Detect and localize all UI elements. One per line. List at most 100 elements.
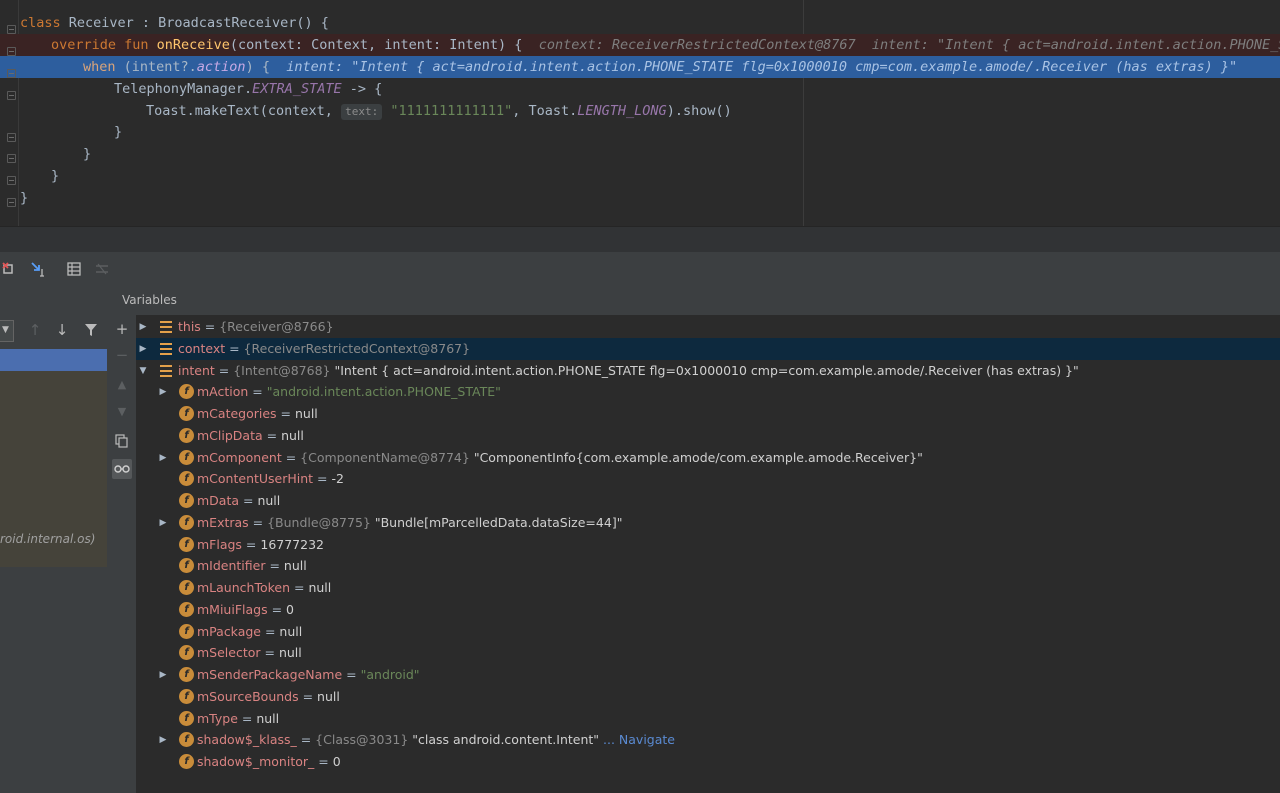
- stop-breakpoints-icon[interactable]: [2, 261, 18, 277]
- code-line[interactable]: }: [0, 187, 1280, 209]
- variable-row[interactable]: ▶ f mAction = "android.intent.action.PHONE…: [136, 381, 1280, 403]
- variable-row[interactable]: ▶ f shadow$_klass_ = {Class@3031} "class a…: [136, 729, 1280, 751]
- variable-value: null: [278, 645, 302, 661]
- code-token: (context: Context, intent: Intent) {: [229, 37, 523, 53]
- variable-row[interactable]: f mCategories = null: [136, 403, 1280, 425]
- variable-row[interactable]: ▶ f mComponent = {ComponentName@8774} "Com…: [136, 447, 1280, 469]
- field-icon: f: [179, 688, 194, 704]
- code-token: }: [114, 124, 123, 140]
- variable-name: shadow$_monitor_: [197, 754, 315, 769]
- collapsed-arrow-icon[interactable]: ▶: [158, 381, 168, 403]
- arrow-down-icon[interactable]: ↓: [53, 321, 71, 339]
- variable-row[interactable]: ▶ f mExtras = {Bundle@8775} "Bundle[mParce…: [136, 512, 1280, 534]
- variable-row[interactable]: f mClipData = null: [136, 425, 1280, 447]
- equals-sign: =: [265, 558, 284, 574]
- variable-row[interactable]: f mSourceBounds = null: [136, 686, 1280, 708]
- variable-row[interactable]: f mData = null: [136, 490, 1280, 512]
- variable-row[interactable]: f shadow$_monitor_ = 0: [136, 751, 1280, 773]
- inline-debug-value: context: ReceiverRestrictedContext@8767 …: [522, 37, 1280, 53]
- variable-name: mLaunchToken: [197, 580, 291, 595]
- code-token: Receiver : BroadcastReceiver() {: [60, 15, 329, 31]
- remove-watch-icon[interactable]: −: [112, 345, 132, 365]
- field-icon: f: [179, 732, 194, 748]
- collapsed-arrow-icon[interactable]: ▶: [158, 447, 168, 469]
- variable-ref: {Intent@8768}: [233, 362, 331, 378]
- field-icon: f: [179, 384, 194, 400]
- variable-name: mSourceBounds: [197, 688, 299, 704]
- code-line[interactable]: Toast.makeText(context, text: "111111111…: [0, 100, 1280, 122]
- variable-value: null: [294, 406, 318, 421]
- collapsed-arrow-icon[interactable]: ▶: [138, 316, 148, 338]
- thread-selector[interactable]: ▼: [0, 320, 14, 342]
- code-editor[interactable]: class Receiver : BroadcastReceiver() {ov…: [0, 0, 1280, 226]
- variable-name: intent: [178, 362, 215, 378]
- variable-value: "Bundle[mParcelledData.dataSize=44]": [374, 514, 623, 530]
- fold-marker-icon[interactable]: [7, 154, 16, 163]
- move-up-icon[interactable]: ▲: [112, 375, 132, 395]
- expanded-arrow-icon[interactable]: ▼: [138, 360, 148, 382]
- equals-sign: =: [214, 362, 234, 378]
- navigate-link[interactable]: ... Navigate: [603, 732, 675, 747]
- variables-title: Variables: [122, 293, 177, 307]
- code-line[interactable]: when (intent?.action) { intent: "Intent …: [0, 56, 1280, 78]
- code-token: ) {: [245, 59, 270, 75]
- frames-header: [0, 285, 108, 315]
- code-line[interactable]: TelephonyManager.EXTRA_STATE -> {: [0, 78, 1280, 100]
- panel-splitter[interactable]: [0, 226, 1280, 253]
- variable-row[interactable]: ▶ f mSenderPackageName = "android": [136, 664, 1280, 686]
- variable-row[interactable]: ▼ intent = {Intent@8768} "Intent { act=an…: [136, 360, 1280, 382]
- filter-icon[interactable]: [82, 321, 100, 339]
- variable-row[interactable]: f mPackage = null: [136, 621, 1280, 643]
- code-token: }: [83, 146, 92, 162]
- equals-sign: =: [314, 754, 333, 769]
- chevron-down-icon: ▼: [2, 325, 9, 335]
- fold-marker-icon[interactable]: [7, 69, 16, 78]
- variable-row[interactable]: f mContentUserHint = -2: [136, 468, 1280, 490]
- variable-row[interactable]: f mType = null: [136, 708, 1280, 730]
- frame-item-label[interactable]: roid.internal.os): [0, 531, 107, 547]
- equals-sign: =: [248, 384, 267, 400]
- variable-row[interactable]: ▶ context = {ReceiverRestrictedContext@87…: [136, 337, 1280, 360]
- evaluate-table-icon[interactable]: [66, 261, 82, 277]
- fold-marker-icon[interactable]: [7, 91, 16, 100]
- variable-row[interactable]: ▶ this = {Receiver@8766}: [136, 316, 1280, 338]
- collapsed-arrow-icon[interactable]: ▶: [158, 664, 168, 686]
- equals-sign: =: [290, 580, 309, 595]
- variable-text: mType = null: [197, 708, 279, 730]
- fold-marker-icon[interactable]: [7, 198, 16, 207]
- code-line[interactable]: class Receiver : BroadcastReceiver() {: [0, 12, 1280, 34]
- code-line[interactable]: }: [0, 143, 1280, 165]
- field-icon: f: [179, 710, 194, 726]
- fold-marker-icon[interactable]: [7, 47, 16, 56]
- move-down-icon[interactable]: ▼: [112, 402, 132, 422]
- variable-row[interactable]: f mLaunchToken = null: [136, 577, 1280, 599]
- variable-ref: {Receiver@8766}: [219, 319, 334, 334]
- collapsed-arrow-icon[interactable]: ▶: [138, 338, 148, 360]
- arrow-up-icon[interactable]: ↑: [26, 321, 44, 339]
- variable-name: mType: [197, 710, 238, 726]
- collapsed-arrow-icon[interactable]: ▶: [158, 729, 168, 751]
- variable-row[interactable]: f mIdentifier = null: [136, 555, 1280, 577]
- variable-text: mClipData = null: [197, 425, 304, 447]
- variable-ref: {Bundle@8775}: [267, 514, 371, 530]
- code-line[interactable]: }: [0, 165, 1280, 187]
- collapsed-arrow-icon[interactable]: ▶: [158, 512, 168, 534]
- equals-sign: =: [237, 710, 257, 726]
- code-token: Toast.makeText(context,: [146, 103, 342, 119]
- fold-marker-icon[interactable]: [7, 133, 16, 142]
- fold-marker-icon[interactable]: [7, 25, 16, 34]
- code-line[interactable]: override fun onReceive(context: Context,…: [0, 34, 1280, 56]
- fold-marker-icon[interactable]: [7, 176, 16, 185]
- frame-item-selected[interactable]: [0, 349, 107, 371]
- code-line[interactable]: }: [0, 121, 1280, 143]
- variables-tree[interactable]: ▶ this = {Receiver@8766} ▶ context = {Rece…: [136, 315, 1280, 793]
- variable-row[interactable]: f mSelector = null: [136, 642, 1280, 664]
- copy-icon[interactable]: [112, 431, 132, 451]
- variable-row[interactable]: f mMiuiFlags = 0: [136, 599, 1280, 621]
- show-watches-glasses-icon[interactable]: [112, 459, 132, 479]
- variable-text: mComponent = {ComponentName@8774} "Compo…: [197, 447, 923, 469]
- variable-text: mAction = "android.intent.action.PHONE_S…: [197, 381, 501, 403]
- force-step-into-icon[interactable]: [30, 261, 46, 277]
- add-watch-icon[interactable]: +: [112, 319, 132, 339]
- variable-row[interactable]: f mFlags = 16777232: [136, 534, 1280, 556]
